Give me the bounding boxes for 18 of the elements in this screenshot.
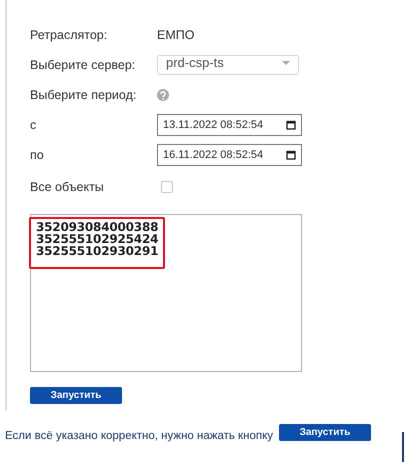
field-label: с <box>30 118 38 132</box>
highlighted-ids: 352093084000388 352555102925424 352555102930291 <box>29 217 166 269</box>
field-label: Выберите период: <box>30 88 138 102</box>
field-value: ЕМПО <box>157 28 196 42</box>
run-button[interactable]: Запустить <box>278 424 371 440</box>
field-label: Все объекты <box>30 180 105 194</box>
server-select[interactable]: prd-csp-ts <box>157 55 299 75</box>
field-label: Выберите сервер: <box>30 58 136 72</box>
run-button[interactable]: Запустить <box>30 387 122 404</box>
field-label: по <box>30 148 45 162</box>
date-time-field[interactable]: 13.11.2022 08:52:54 <box>157 114 302 136</box>
calendar-icon[interactable] <box>286 150 296 160</box>
calendar-icon[interactable] <box>286 120 296 130</box>
field-label: Ретраслятор: <box>30 28 108 42</box>
checkbox[interactable] <box>161 181 173 193</box>
date-time-field[interactable]: 16.11.2022 08:52:54 <box>157 144 302 166</box>
ids-text-area[interactable]: 352093084000388 352555102925424 352555102930291 <box>30 214 302 372</box>
instruction-text: Если всё указано корректно, нужно нажать кнопку <box>5 430 273 442</box>
